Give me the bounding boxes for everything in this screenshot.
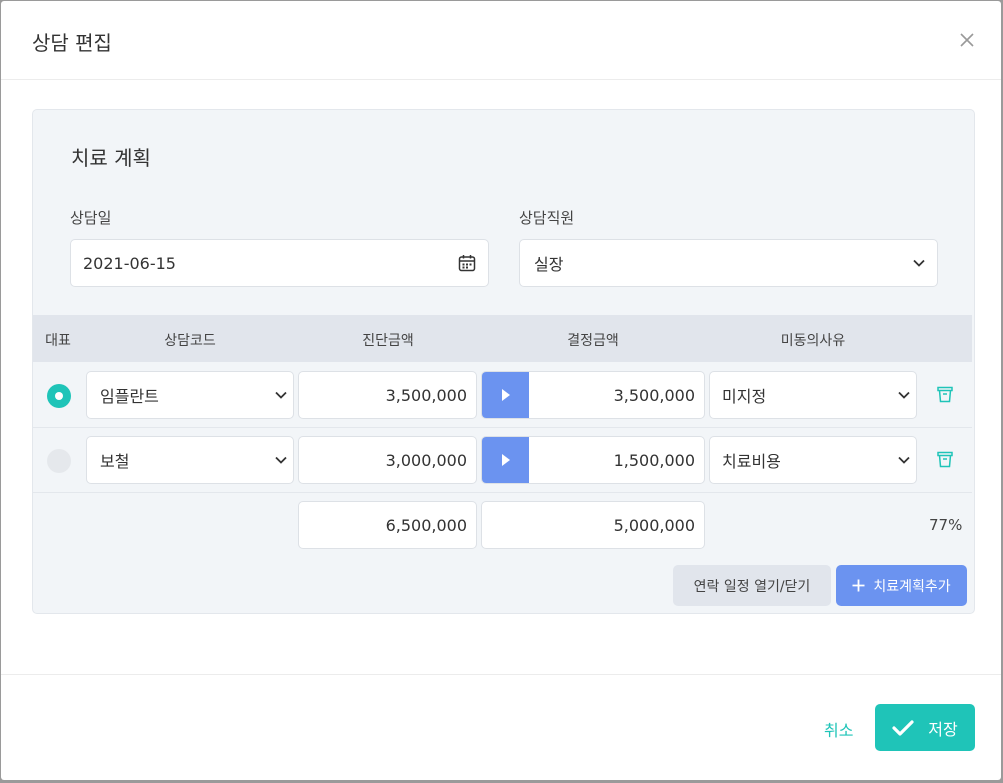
consult-staff-value: 실장 <box>534 255 564 274</box>
play-icon <box>501 389 510 401</box>
total-decided-amount: 5,000,000 <box>481 501 705 549</box>
rep-radio-unselected[interactable] <box>47 449 71 473</box>
close-icon <box>960 33 974 47</box>
add-treatment-plan-label: 치료계획추가 <box>873 578 951 595</box>
copy-amount-button[interactable] <box>482 437 529 483</box>
radio-dot <box>55 392 63 400</box>
footer-divider <box>1 674 1001 675</box>
code-value: 보철 <box>100 452 130 471</box>
row-divider <box>33 492 972 493</box>
delete-row-button[interactable] <box>935 449 955 469</box>
reason-select[interactable]: 치료비용 <box>709 436 917 484</box>
chevron-down-icon <box>913 259 925 267</box>
plus-icon <box>852 579 865 592</box>
trash-icon <box>937 451 953 467</box>
row-divider <box>33 427 972 428</box>
modal-header: 상담 편집 <box>1 1 1001 80</box>
chevron-down-icon <box>275 391 287 399</box>
col-rep: 대표 <box>45 333 71 349</box>
chevron-down-icon <box>275 456 287 464</box>
col-reason: 미동의사유 <box>780 333 846 349</box>
calendar-icon[interactable] <box>458 254 476 272</box>
cancel-button[interactable]: 취소 <box>824 717 853 741</box>
reason-value: 치료비용 <box>722 452 781 471</box>
agreement-percent: 77% <box>929 516 963 534</box>
table-header: 대표 상담코드 진단금액 결정금액 미동의사유 <box>33 315 972 362</box>
toggle-schedule-button[interactable]: 연락 일정 열기/닫기 <box>673 565 831 606</box>
rep-radio-selected[interactable] <box>47 384 71 408</box>
total-diagnosis-value: 6,500,000 <box>385 515 467 535</box>
col-diag: 진단금액 <box>362 333 414 349</box>
decided-amount: 3,500,000 <box>613 385 695 405</box>
diagnosis-amount-input[interactable]: 3,000,000 <box>298 436 477 484</box>
consult-date-input[interactable]: 2021-06-15 <box>70 239 489 287</box>
col-code: 상담코드 <box>164 333 216 349</box>
code-select[interactable]: 임플란트 <box>86 371 294 419</box>
decided-amount-input[interactable]: 1,500,000 <box>481 436 705 484</box>
code-value: 임플란트 <box>100 387 159 406</box>
treatment-plan-panel: 치료 계획 상담일 상담직원 2021-06-15 실장 대표 상담코드 진단금… <box>32 109 975 614</box>
consult-staff-label: 상담직원 <box>519 209 575 227</box>
consult-date-value: 2021-06-15 <box>83 253 176 273</box>
save-button[interactable]: 저장 <box>875 704 975 751</box>
consult-staff-select[interactable]: 실장 <box>519 239 938 287</box>
diagnosis-amount-input[interactable]: 3,500,000 <box>298 371 477 419</box>
save-label: 저장 <box>928 719 958 739</box>
diagnosis-amount: 3,000,000 <box>385 450 467 470</box>
close-button[interactable] <box>956 29 978 51</box>
reason-value: 미지정 <box>722 387 767 406</box>
col-decided: 결정금액 <box>567 333 619 349</box>
consult-date-label: 상담일 <box>70 209 112 227</box>
chevron-down-icon <box>898 456 910 464</box>
total-diagnosis-amount: 6,500,000 <box>298 501 477 549</box>
total-decided-value: 5,000,000 <box>613 515 695 535</box>
decided-amount: 1,500,000 <box>613 450 695 470</box>
trash-icon <box>937 386 953 402</box>
play-icon <box>501 454 510 466</box>
copy-amount-button[interactable] <box>482 372 529 418</box>
add-treatment-plan-button[interactable]: 치료계획추가 <box>836 565 967 606</box>
code-select[interactable]: 보철 <box>86 436 294 484</box>
section-title: 치료 계획 <box>71 146 151 170</box>
modal-title: 상담 편집 <box>32 31 112 55</box>
reason-select[interactable]: 미지정 <box>709 371 917 419</box>
check-icon <box>892 719 914 736</box>
chevron-down-icon <box>898 391 910 399</box>
diagnosis-amount: 3,500,000 <box>385 385 467 405</box>
consultation-edit-modal: 상담 편집 치료 계획 상담일 상담직원 2021-06-15 실장 대표 상담… <box>1 1 1001 780</box>
decided-amount-input[interactable]: 3,500,000 <box>481 371 705 419</box>
delete-row-button[interactable] <box>935 384 955 404</box>
